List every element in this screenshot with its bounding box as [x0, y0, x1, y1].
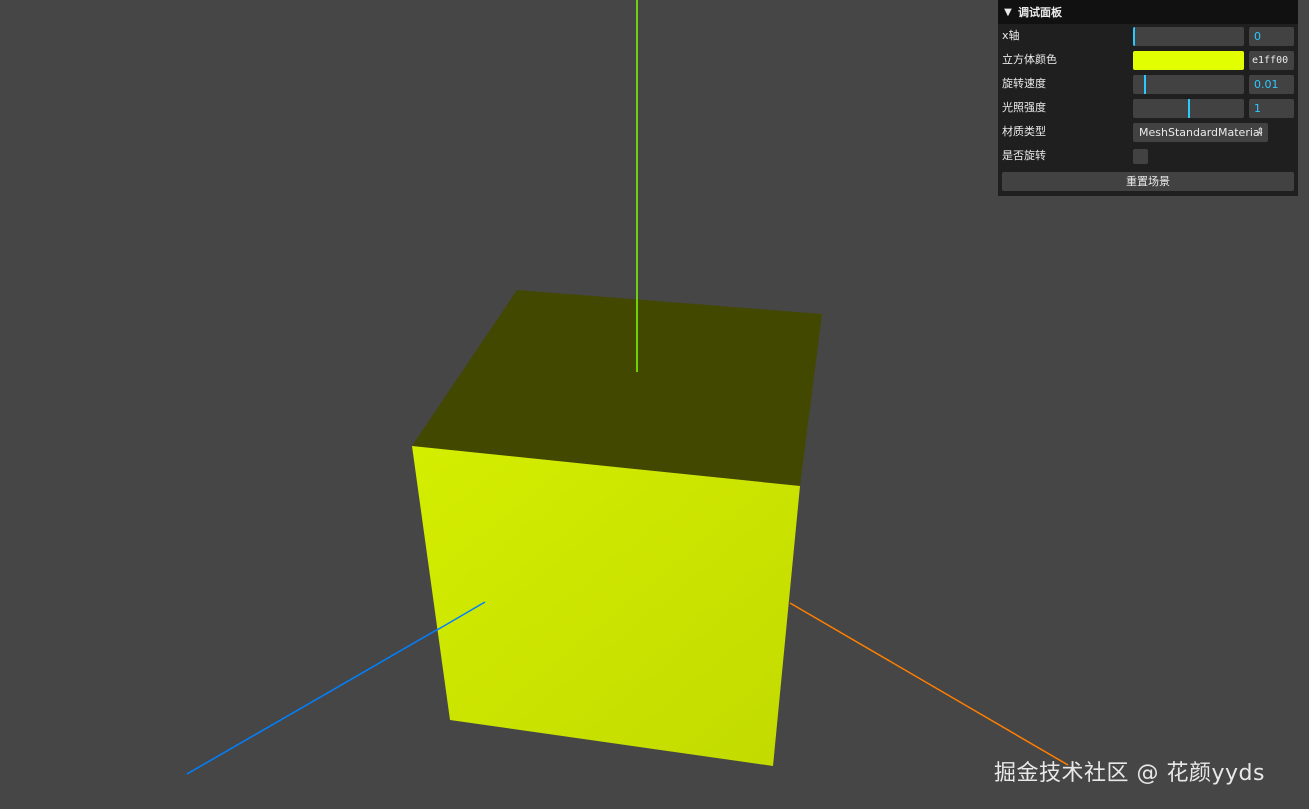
cube-color-label: 立方体颜色	[1002, 53, 1057, 66]
light-intensity-label: 光照强度	[1002, 101, 1046, 114]
rotation-speed-slider[interactable]	[1133, 75, 1244, 94]
rotation-speed-slider-handle[interactable]	[1144, 75, 1146, 94]
is-rotating-label: 是否旋转	[1002, 149, 1046, 162]
control-material-type: 材质类型 MeshStandardMaterial ⇕	[998, 120, 1298, 144]
cube-color-hex-input[interactable]: e1ff00	[1249, 51, 1294, 70]
rotation-speed-number-input[interactable]: 0.01	[1249, 75, 1294, 94]
x-axis-number-input[interactable]: 0	[1249, 27, 1294, 46]
reset-scene-button[interactable]: 重置场景	[1002, 172, 1294, 191]
watermark-text: 掘金技术社区 @ 花颜yyds	[994, 761, 1265, 786]
control-rotation-speed: 旋转速度 0.01	[998, 72, 1298, 96]
cube-front-face	[412, 446, 800, 766]
x-axis-line	[789, 602, 1069, 766]
x-axis-label: x轴	[1002, 29, 1020, 42]
light-intensity-number-input[interactable]: 1	[1249, 99, 1294, 118]
chevron-down-icon: ▼	[1004, 6, 1012, 18]
material-type-selected-value: MeshStandardMaterial	[1139, 126, 1263, 139]
material-type-label: 材质类型	[1002, 125, 1046, 138]
rotation-speed-label: 旋转速度	[1002, 77, 1046, 90]
light-intensity-slider-handle[interactable]	[1188, 99, 1190, 118]
control-is-rotating: 是否旋转	[998, 144, 1298, 168]
control-cube-color: 立方体颜色 e1ff00	[998, 48, 1298, 72]
control-x-axis: x轴 0	[998, 24, 1298, 48]
updown-arrows-icon: ⇕	[1256, 127, 1264, 137]
x-axis-slider[interactable]	[1133, 27, 1244, 46]
is-rotating-checkbox[interactable]	[1133, 149, 1148, 164]
control-light-intensity: 光照强度 1	[998, 96, 1298, 120]
x-axis-slider-handle[interactable]	[1133, 27, 1135, 46]
light-intensity-slider[interactable]	[1133, 99, 1244, 118]
debug-panel-title[interactable]: ▼ 调试面板	[998, 0, 1298, 24]
debug-panel-title-text: 调试面板	[1018, 6, 1062, 19]
debug-panel: ▼ 调试面板 x轴 0 立方体颜色 e1ff00 旋转速度 0.01 光照强度 …	[998, 0, 1298, 196]
cube-color-swatch[interactable]	[1133, 51, 1244, 70]
material-type-select[interactable]: MeshStandardMaterial ⇕	[1133, 123, 1268, 142]
